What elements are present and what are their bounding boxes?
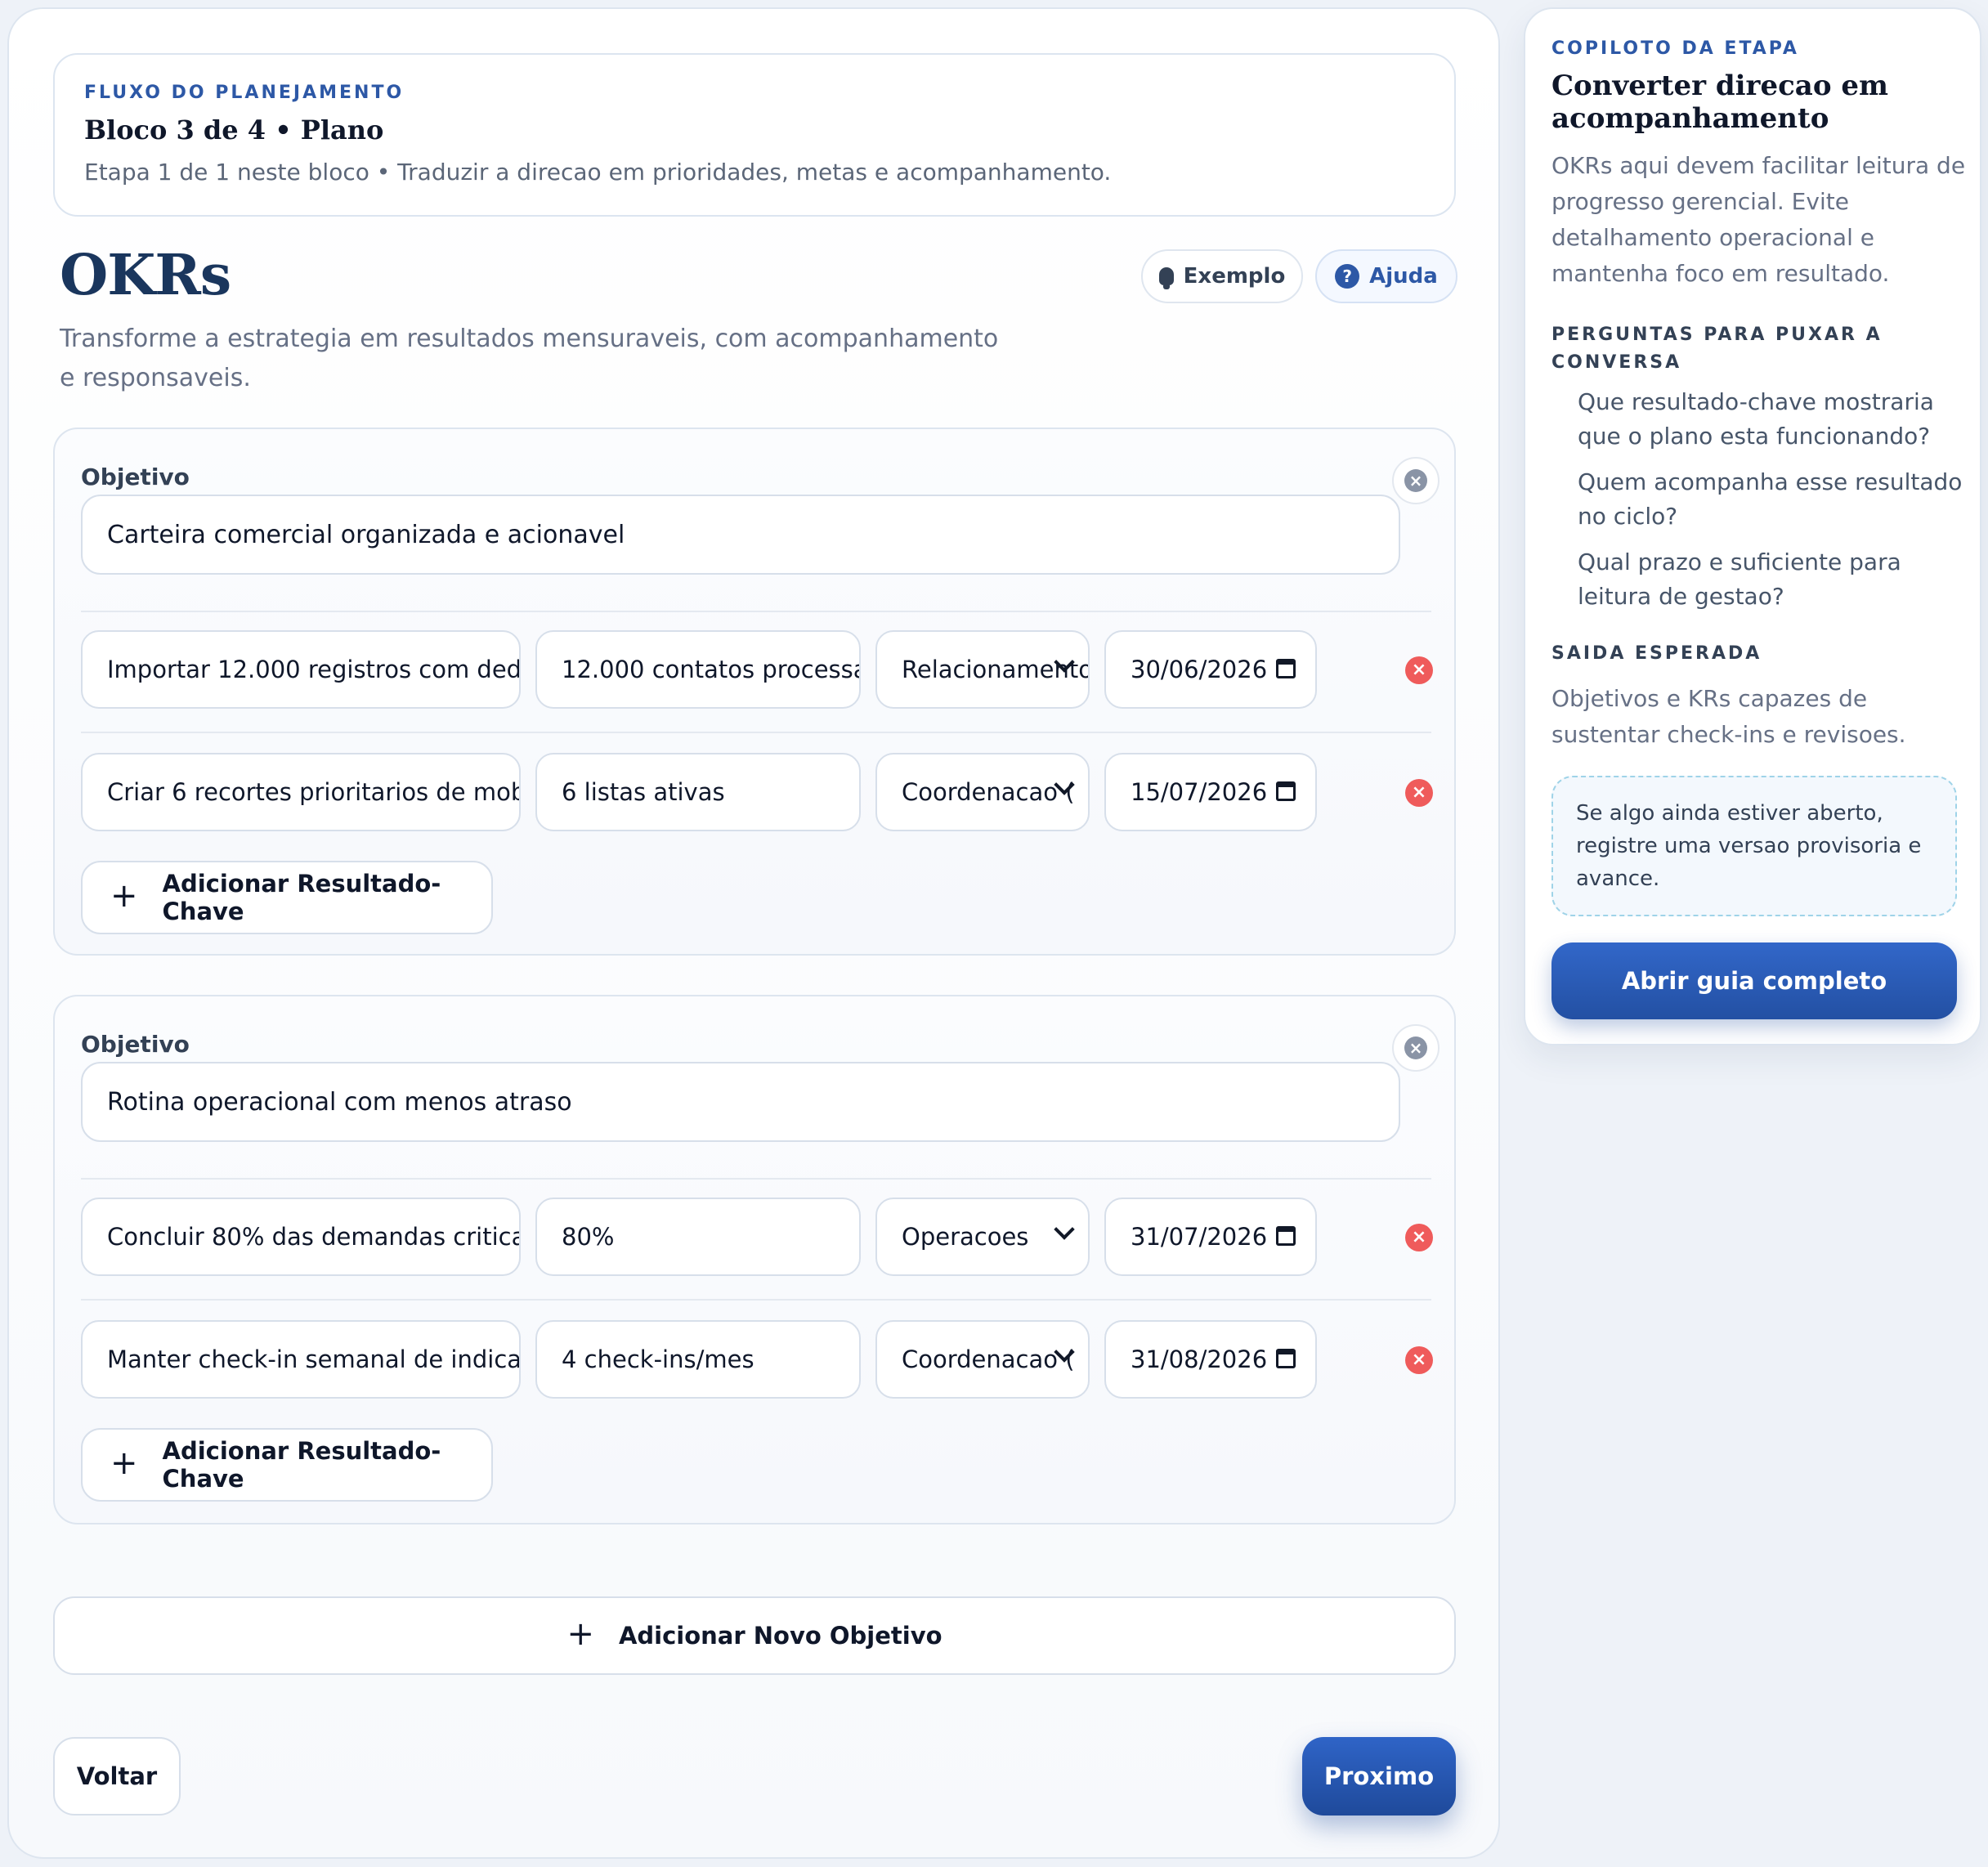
- kr-date-input[interactable]: 15/07/2026: [1104, 753, 1317, 831]
- flow-title: Bloco 3 de 4 • Plano: [84, 114, 384, 146]
- chevron-down-icon: [1054, 1219, 1075, 1240]
- kr-date-input[interactable]: 31/07/2026: [1104, 1198, 1317, 1276]
- kr-target-input[interactable]: 4 check-ins/mes: [535, 1320, 861, 1399]
- page-title: OKRs: [60, 243, 231, 308]
- example-button[interactable]: Exemplo: [1141, 249, 1303, 303]
- add-key-result-label: Adicionar Resultado-Chave: [162, 870, 441, 925]
- kr-owner-select[interactable]: Relacionamento: [875, 630, 1090, 709]
- objective-label: Objetivo: [81, 463, 190, 490]
- remove-kr-button[interactable]: ×: [1405, 656, 1433, 684]
- plus-icon: +: [110, 877, 138, 915]
- remove-kr-button[interactable]: ×: [1405, 1346, 1433, 1374]
- objective-input[interactable]: Carteira comercial organizada e acionave…: [81, 495, 1400, 575]
- kr-date-input[interactable]: 31/08/2026: [1104, 1320, 1317, 1399]
- main-panel: FLUXO DO PLANEJAMENTO Bloco 3 de 4 • Pla…: [7, 7, 1500, 1859]
- calendar-icon[interactable]: [1276, 1226, 1296, 1246]
- example-label: Exemplo: [1183, 264, 1286, 289]
- objective-card: Objetivo × Carteira comercial organizada…: [53, 428, 1456, 956]
- kr-date-value: 31/07/2026: [1131, 1223, 1268, 1251]
- kr-target-input[interactable]: 6 listas ativas: [535, 753, 861, 831]
- divider: [81, 1299, 1431, 1301]
- divider: [81, 732, 1431, 733]
- kr-date-input[interactable]: 30/06/2026: [1104, 630, 1317, 709]
- add-objective-button[interactable]: + Adicionar Novo Objetivo: [53, 1596, 1456, 1675]
- questions-list: Que resultado-chave mostraria que o plan…: [1578, 385, 1970, 625]
- remove-kr-button[interactable]: ×: [1405, 1224, 1433, 1251]
- question-item: Quem acompanha esse resultado no ciclo?: [1578, 468, 1963, 530]
- copilot-title: Converter direcao em acompanhamento: [1551, 69, 1888, 135]
- kr-owner-select[interactable]: Coordenacao (: [875, 1320, 1090, 1399]
- remove-objective-button[interactable]: ×: [1392, 1024, 1440, 1072]
- help-button[interactable]: ? Ajuda: [1315, 249, 1457, 303]
- plus-icon: +: [110, 1444, 138, 1482]
- key-result-row: Importar 12.000 registros com deduplicac…: [81, 630, 1438, 710]
- kr-target-input[interactable]: 12.000 contatos processados: [535, 630, 861, 709]
- open-guide-button[interactable]: Abrir guia completo: [1551, 942, 1957, 1019]
- output-heading: SAIDA ESPERADA: [1551, 643, 1762, 664]
- add-key-result-button[interactable]: + Adicionar Resultado-Chave: [81, 1428, 493, 1502]
- add-key-result-label: Adicionar Resultado-Chave: [162, 1437, 441, 1493]
- kr-description-input[interactable]: Manter check-in semanal de indicadores: [81, 1320, 521, 1399]
- question-item: Que resultado-chave mostraria que o plan…: [1578, 388, 1934, 450]
- calendar-icon[interactable]: [1276, 1349, 1296, 1368]
- objective-card: Objetivo × Rotina operacional com menos …: [53, 995, 1456, 1524]
- kr-date-value: 15/07/2026: [1131, 778, 1268, 806]
- calendar-icon[interactable]: [1276, 659, 1296, 678]
- copilot-note: Se algo ainda estiver aberto, registre u…: [1551, 776, 1957, 916]
- key-result-row: Criar 6 recortes prioritarios de mobiliz…: [81, 753, 1438, 833]
- help-icon: ?: [1335, 264, 1360, 289]
- question-item: Qual prazo e suficiente para leitura de …: [1578, 548, 1901, 610]
- copilot-eyebrow: COPILOTO DA ETAPA: [1551, 38, 1799, 59]
- divider: [81, 611, 1431, 612]
- flow-header: FLUXO DO PLANEJAMENTO Bloco 3 de 4 • Pla…: [53, 53, 1456, 217]
- questions-heading: PERGUNTAS PARA PUXAR A CONVERSA: [1551, 325, 1883, 373]
- lightbulb-icon: [1158, 267, 1174, 289]
- kr-date-value: 31/08/2026: [1131, 1345, 1268, 1373]
- add-key-result-button[interactable]: + Adicionar Resultado-Chave: [81, 861, 493, 934]
- objective-label: Objetivo: [81, 1031, 190, 1058]
- kr-owner-select[interactable]: Coordenacao (: [875, 753, 1090, 831]
- kr-owner-value: Operacoes: [902, 1223, 1029, 1251]
- page-subtitle: Transforme a estrategia em resultados me…: [60, 325, 999, 392]
- copilot-intro: OKRs aqui devem facilitar leitura de pro…: [1551, 152, 1966, 287]
- output-text: Objetivos e KRs capazes de sustentar che…: [1551, 685, 1906, 748]
- remove-objective-button[interactable]: ×: [1392, 457, 1440, 504]
- back-button[interactable]: Voltar: [53, 1737, 181, 1816]
- add-objective-label: Adicionar Novo Objetivo: [618, 1622, 943, 1650]
- close-icon: ×: [1404, 469, 1427, 492]
- help-label: Ajuda: [1369, 264, 1438, 289]
- remove-kr-button[interactable]: ×: [1405, 779, 1433, 807]
- objective-input[interactable]: Rotina operacional com menos atraso: [81, 1062, 1400, 1142]
- plus-icon: +: [566, 1615, 594, 1653]
- next-button[interactable]: Proximo: [1302, 1737, 1456, 1816]
- flow-subtitle: Etapa 1 de 1 neste bloco • Traduzir a di…: [84, 159, 1112, 186]
- kr-owner-select[interactable]: Operacoes: [875, 1198, 1090, 1276]
- copilot-panel: COPILOTO DA ETAPA Converter direcao em a…: [1524, 7, 1981, 1045]
- kr-description-input[interactable]: Concluir 80% das demandas criticas: [81, 1198, 521, 1276]
- kr-description-input[interactable]: Importar 12.000 registros com deduplicac…: [81, 630, 521, 709]
- flow-eyebrow: FLUXO DO PLANEJAMENTO: [84, 83, 405, 103]
- divider: [81, 1178, 1431, 1180]
- kr-owner-value: Coordenacao (: [902, 778, 1075, 806]
- kr-date-value: 30/06/2026: [1131, 656, 1268, 683]
- close-icon: ×: [1404, 1036, 1427, 1059]
- key-result-row: Concluir 80% das demandas criticas 80% O…: [81, 1198, 1438, 1278]
- kr-target-input[interactable]: 80%: [535, 1198, 861, 1276]
- kr-description-input[interactable]: Criar 6 recortes prioritarios de mobiliz…: [81, 753, 521, 831]
- kr-owner-value: Coordenacao (: [902, 1345, 1075, 1373]
- calendar-icon[interactable]: [1276, 781, 1296, 801]
- key-result-row: Manter check-in semanal de indicadores 4…: [81, 1320, 1438, 1400]
